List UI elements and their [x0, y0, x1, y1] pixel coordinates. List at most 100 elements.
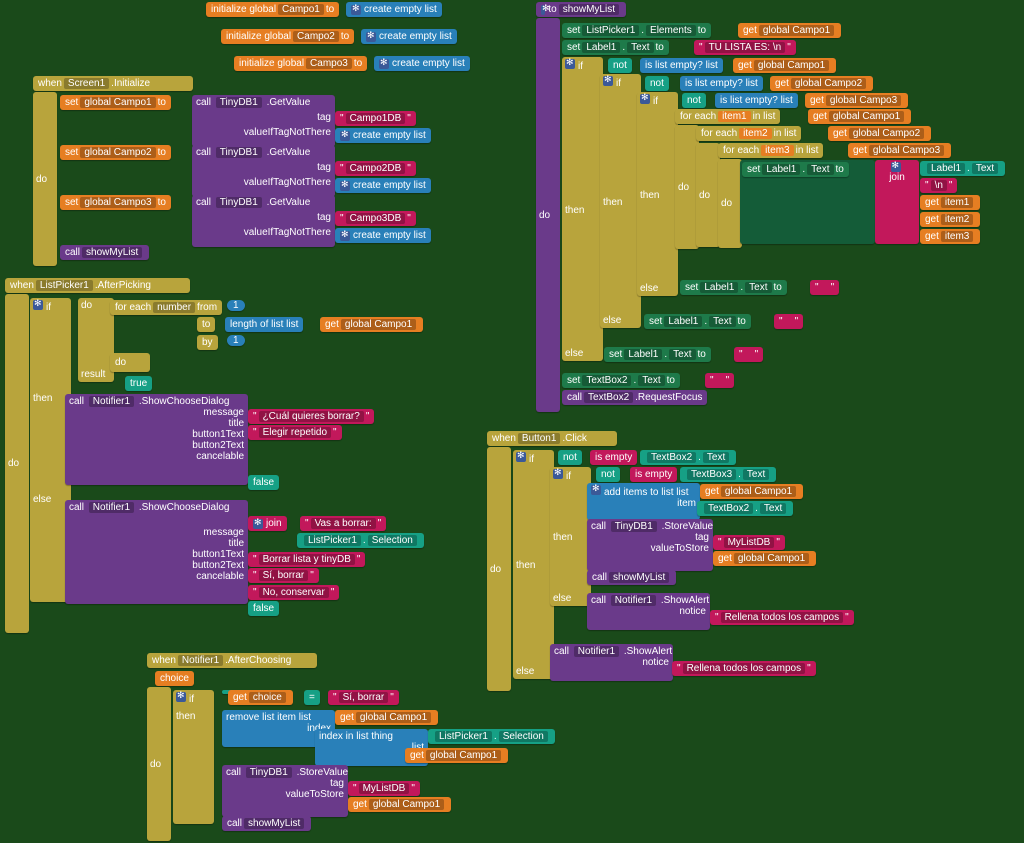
get-campo1-rli[interactable]: get global Campo1 — [335, 710, 438, 725]
textbox2-text-item[interactable]: TextBox2 . Text — [697, 501, 793, 516]
if-1[interactable]: if then else — [562, 57, 603, 361]
is-empty-1[interactable]: is empty — [590, 450, 637, 465]
msg-cual-borrar[interactable]: " ¿Cuál quieres borrar? " — [248, 409, 374, 424]
tag-mylistdb-btn[interactable]: " MyListDB " — [713, 535, 785, 550]
vas-a-borrar[interactable]: " Vas a borrar: " — [300, 516, 386, 531]
get-gc2-fe2[interactable]: get global Campo2 — [828, 126, 931, 141]
result-true[interactable]: true — [125, 376, 152, 391]
set-label1-text-loop[interactable]: set Label1 . Text to — [742, 162, 849, 177]
call-tinydb-getvalue-2[interactable]: call TinyDB1 .GetValue tag valueIfTagNot… — [192, 145, 335, 197]
get-gc1-vts-btn[interactable]: get global Campo1 — [713, 551, 816, 566]
create-empty-list-1[interactable]: create empty list — [346, 2, 442, 17]
when-button1-click[interactable]: when Button1 .Click — [487, 431, 617, 446]
tag-campo2db[interactable]: " Campo2DB " — [335, 161, 416, 176]
not-btn-2[interactable]: not — [596, 467, 620, 482]
if-2[interactable]: if then else — [600, 74, 641, 328]
title-borrar-lista[interactable]: " Borrar lista y tinyDB " — [248, 552, 365, 567]
call-showmylist-1[interactable]: call showMyList — [60, 245, 149, 260]
create-empty-list-3[interactable]: create empty list — [374, 56, 470, 71]
call-showmylist-nac[interactable]: call showMyList — [222, 816, 311, 831]
get-gc3-ile[interactable]: get global Campo3 — [805, 93, 908, 108]
else-set-label-3[interactable]: set Label1 . Text to — [604, 347, 711, 362]
get-campo1-el[interactable]: get global Campo1 — [738, 23, 841, 38]
listpicker-selection-2[interactable]: ListPicker1 . Selection — [428, 729, 555, 744]
call-notifier-scd-2[interactable]: call Notifier1 .ShowChooseDialog message… — [65, 500, 248, 604]
set-listpicker-elements[interactable]: set ListPicker1 . Elements to — [562, 23, 711, 38]
call-notifier-scd-1[interactable]: call Notifier1 .ShowChooseDialog message… — [65, 394, 248, 485]
tu-lista-es[interactable]: " TU LISTA ES: \n " — [694, 40, 796, 55]
rellena-1[interactable]: " Rellena todos los campos " — [710, 610, 854, 625]
if-then-nac[interactable]: if then — [173, 690, 214, 824]
is-list-empty-3[interactable]: is list empty? list — [715, 93, 798, 108]
call-tinydb-getvalue-1[interactable]: call TinyDB1 .GetValue tag valueIfTagNot… — [192, 95, 335, 147]
foreach-item1[interactable]: for each item1 in list — [675, 109, 780, 124]
get-campo1-iil[interactable]: get global Campo1 — [405, 748, 508, 763]
blank-3[interactable]: " " — [734, 347, 763, 362]
eq-si-borrar[interactable]: " Sí, borrar " — [328, 690, 399, 705]
is-list-empty-2[interactable]: is list empty? list — [680, 76, 763, 91]
eq-op[interactable]: = — [304, 690, 320, 705]
get-item1[interactable]: get item1 — [920, 195, 980, 210]
get-campo1-vts[interactable]: get global Campo1 — [348, 797, 451, 812]
is-list-empty-1[interactable]: is list empty? list — [640, 58, 723, 73]
not-3[interactable]: not — [682, 93, 706, 108]
call-tinydb-store-btn[interactable]: call TinyDB1 .StoreValue tagvalueToStore — [587, 519, 713, 571]
b1-si-borrar[interactable]: " Sí, borrar " — [248, 568, 319, 583]
not-1[interactable]: not — [608, 58, 632, 73]
join-loop[interactable]: join — [875, 160, 919, 244]
label1-text-val[interactable]: Label1 . Text — [920, 161, 1005, 176]
foreach-number[interactable]: for each number from — [110, 300, 222, 315]
call-tinydb-store-nac[interactable]: call TinyDB1 .StoreValue tagvalueToStore — [222, 765, 348, 817]
else-set-label-1[interactable]: set Label1 . Text to — [680, 280, 787, 295]
if-3[interactable]: if then else — [637, 92, 678, 296]
get-item3[interactable]: get item3 — [920, 229, 980, 244]
tag-campo1db[interactable]: " Campo1DB " — [335, 111, 416, 126]
get-gc1-fe1[interactable]: get global Campo1 — [808, 109, 911, 124]
foreach-item2[interactable]: for each item2 in list — [696, 126, 801, 141]
get-gc3-fe3[interactable]: get global Campo3 — [848, 143, 951, 158]
nl-string[interactable]: " \n " — [920, 178, 957, 193]
not-2[interactable]: not — [645, 76, 669, 91]
not-btn-1[interactable]: not — [558, 450, 582, 465]
tag-mylistdb-nac[interactable]: " MyListDB " — [348, 781, 420, 796]
when-listpicker-afterpicking[interactable]: when ListPicker1 .AfterPicking — [5, 278, 190, 293]
call-textbox2-requestfocus[interactable]: call TextBox2 .RequestFocus — [562, 390, 707, 405]
create-empty-list-2[interactable]: create empty list — [361, 29, 457, 44]
blank-1[interactable]: " " — [810, 280, 839, 295]
set-campo2[interactable]: set global Campo2 to — [60, 145, 171, 160]
cel-vint-2[interactable]: create empty list — [335, 178, 431, 193]
call-showmylist-btn[interactable]: call showMyList — [587, 570, 676, 585]
b2-no-conservar[interactable]: " No, conservar " — [248, 585, 339, 600]
add-items-to-list[interactable]: add items to list list item — [587, 483, 700, 520]
to-showmylist[interactable]: to showMyList — [536, 2, 626, 17]
num-from-1[interactable]: 1 — [227, 300, 245, 311]
cancelable-false-1[interactable]: false — [248, 475, 279, 490]
num-by-1[interactable]: 1 — [227, 335, 245, 346]
length-of-list[interactable]: length of list list — [225, 317, 303, 332]
get-choice[interactable]: get choice — [228, 690, 293, 705]
call-notifier-showalert-2[interactable]: call Notifier1 .ShowAlert notice — [550, 644, 673, 681]
set-campo3[interactable]: set global Campo3 to — [60, 195, 171, 210]
rellena-2[interactable]: " Rellena todos los campos " — [672, 661, 816, 676]
when-screen1-initialize[interactable]: when Screen1 .Initialize — [33, 76, 193, 91]
cancelable-false-2[interactable]: false — [248, 601, 279, 616]
set-campo1[interactable]: set global Campo1 to — [60, 95, 171, 110]
tag-campo3db[interactable]: " Campo3DB " — [335, 211, 416, 226]
choice-var[interactable]: choice — [155, 671, 194, 686]
call-tinydb-getvalue-3[interactable]: call TinyDB1 .GetValue tag valueIfTagNot… — [192, 195, 335, 247]
call-notifier-showalert-1[interactable]: call Notifier1 .ShowAlert notice — [587, 593, 710, 630]
title-elegir[interactable]: " Elegir repetido " — [248, 425, 342, 440]
get-item2[interactable]: get item2 — [920, 212, 980, 227]
init-global-campo1[interactable]: initialize global Campo1 to — [206, 2, 339, 17]
if-else-btn-1[interactable]: if then else — [513, 450, 554, 679]
cel-vint-1[interactable]: create empty list — [335, 128, 431, 143]
else-set-label-2[interactable]: set Label1 . Text to — [644, 314, 751, 329]
get-gc1-ile[interactable]: get global Campo1 — [733, 58, 836, 73]
get-gc1-add[interactable]: get global Campo1 — [700, 484, 803, 499]
when-notifier-afterchoosing[interactable]: when Notifier1 .AfterChoosing — [147, 653, 317, 668]
set-label1-text[interactable]: set Label1 . Text to — [562, 40, 669, 55]
blank-2[interactable]: " " — [774, 314, 803, 329]
init-global-campo2[interactable]: initialize global Campo2 to — [221, 29, 354, 44]
foreach-item3[interactable]: for each item3 in list — [718, 143, 823, 158]
get-gc2-ile[interactable]: get global Campo2 — [770, 76, 873, 91]
